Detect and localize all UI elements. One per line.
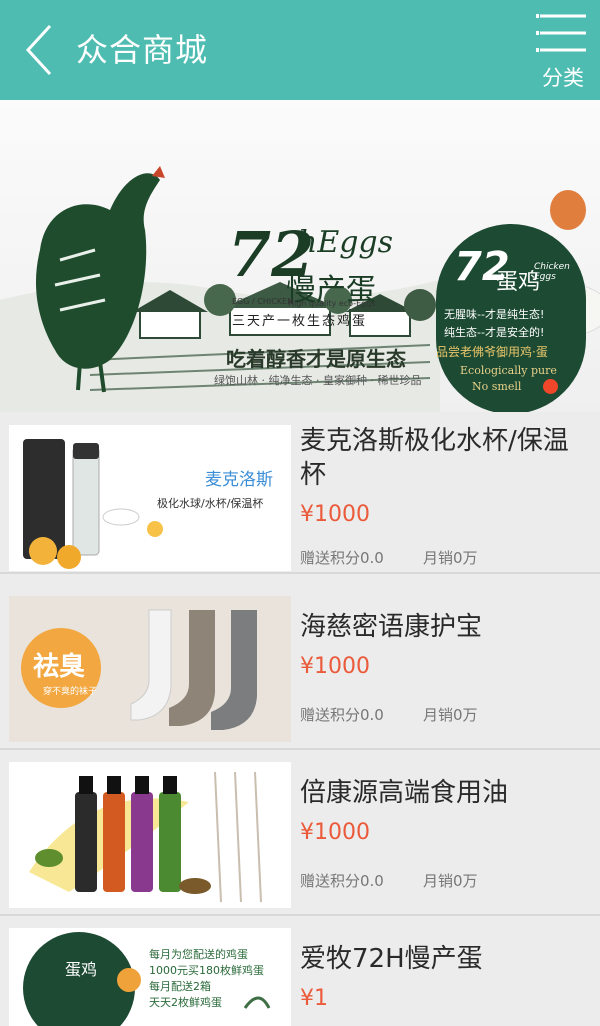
product-points: 赠送积分0.0 — [300, 549, 384, 567]
banner-badge: 72 蛋鸡 Chicken Eggs 无腥味--才是纯生态! 纯生态--才是安全… — [436, 224, 586, 412]
banner-h-suffix: h — [298, 225, 318, 260]
product-item[interactable]: 倍康源高端食用油 ¥1000 赠送积分0.0 月销0万 — [0, 752, 600, 916]
page-title: 众合商城 — [76, 31, 209, 69]
product-sales: 月销0万 — [423, 549, 478, 567]
thumb-line2: 1000元买180枚鲜鸡蛋 — [149, 964, 264, 977]
badge-line3: 品尝老佛爷御用鸡·蛋 — [436, 345, 548, 359]
thumb-line4: 天天2枚鲜鸡蛋 — [149, 996, 222, 1009]
promo-banner[interactable]: 72 hEggs 慢产蛋 EGG / CHICKEN High quality … — [0, 100, 600, 412]
badge-line5: No smell — [472, 380, 522, 393]
thumb-desc: 穿不臭的袜子 — [43, 687, 98, 697]
product-thumbnail[interactable] — [9, 762, 291, 908]
product-points: 赠送积分0.0 — [300, 706, 384, 724]
badge-line1: 无腥味--才是纯生态! — [444, 308, 545, 321]
menu-icon — [536, 14, 586, 52]
badge-chicken-eggs: Chicken Eggs — [534, 262, 570, 282]
product-price: ¥1000 — [300, 502, 370, 527]
product-name[interactable]: 爱牧72H慢产蛋 — [300, 942, 590, 976]
thumb-brand: 麦克洛斯 — [205, 470, 273, 490]
carousel-indicator-active[interactable] — [543, 379, 558, 394]
product-name[interactable]: 倍康源高端食用油 — [300, 776, 590, 810]
oil-bottles-image — [29, 771, 262, 903]
banner-quality: High quality eco-Eggs — [288, 299, 376, 308]
product-points: 赠送积分0.0 — [300, 872, 384, 890]
product-name[interactable]: 海慈密语康护宝 — [300, 610, 590, 644]
category-button[interactable]: 分类 — [532, 8, 594, 94]
banner-line: 绿饱山林 · 纯净生态 · 皇家御种 · 稀世珍品 — [214, 374, 422, 387]
badge-line4: Ecologically pure — [460, 364, 557, 377]
back-button[interactable] — [20, 20, 60, 80]
product-name[interactable]: 麦克洛斯极化水杯/保温杯 — [300, 424, 590, 492]
product-thumbnail[interactable]: 蛋鸡 每月为您配送的鸡蛋 1000元买180枚鲜鸡蛋 每月配送2箱 天天2枚鲜鸡… — [9, 928, 291, 1026]
app-header: 众合商城 分类 — [0, 0, 600, 100]
product-price: ¥1 — [300, 986, 328, 1011]
product-thumbnail[interactable]: 祛臭 穿不臭的袜子 — [9, 596, 291, 742]
thumb-line3: 每月配送2箱 — [149, 980, 211, 993]
thumb-brand: 蛋鸡 — [65, 960, 98, 979]
banner-egg-chicken: EGG / CHICKEN — [232, 297, 294, 306]
badge-line2: 纯生态--才是安全的! — [444, 326, 545, 339]
thumb-desc: 每月为您配送的鸡蛋 — [149, 948, 248, 961]
chevron-left-icon — [25, 24, 52, 76]
banner-eggs: hEggs — [298, 225, 393, 260]
product-item[interactable]: 蛋鸡 每月为您配送的鸡蛋 1000元买180枚鲜鸡蛋 每月配送2箱 天天2枚鲜鸡… — [0, 918, 600, 1026]
thumb-desc: 极化水球/水杯/保温杯 — [157, 497, 264, 510]
category-label: 分类 — [542, 66, 584, 90]
product-item[interactable]: 麦克洛斯 极化水球/水杯/保温杯 麦克洛斯极化水杯/保温杯 ¥1000 赠送积分… — [0, 412, 600, 574]
product-sales: 月销0万 — [423, 872, 478, 890]
product-thumbnail[interactable]: 麦克洛斯 极化水球/水杯/保温杯 — [9, 425, 291, 571]
thumb-brand: 祛臭 — [33, 652, 86, 682]
banner-eggs-text: Eggs — [317, 225, 394, 260]
product-price: ¥1000 — [300, 654, 370, 679]
product-price: ¥1000 — [300, 820, 370, 845]
product-sales: 月销0万 — [423, 706, 478, 724]
banner-subtitle: 三天产一枚生态鸡蛋 — [232, 314, 368, 329]
banner-slogan: 吃着醇香才是原生态 — [226, 347, 406, 371]
product-item[interactable]: 祛臭 穿不臭的袜子 海慈密语康护宝 ¥1000 赠送积分0.0 月销0万 — [0, 586, 600, 750]
